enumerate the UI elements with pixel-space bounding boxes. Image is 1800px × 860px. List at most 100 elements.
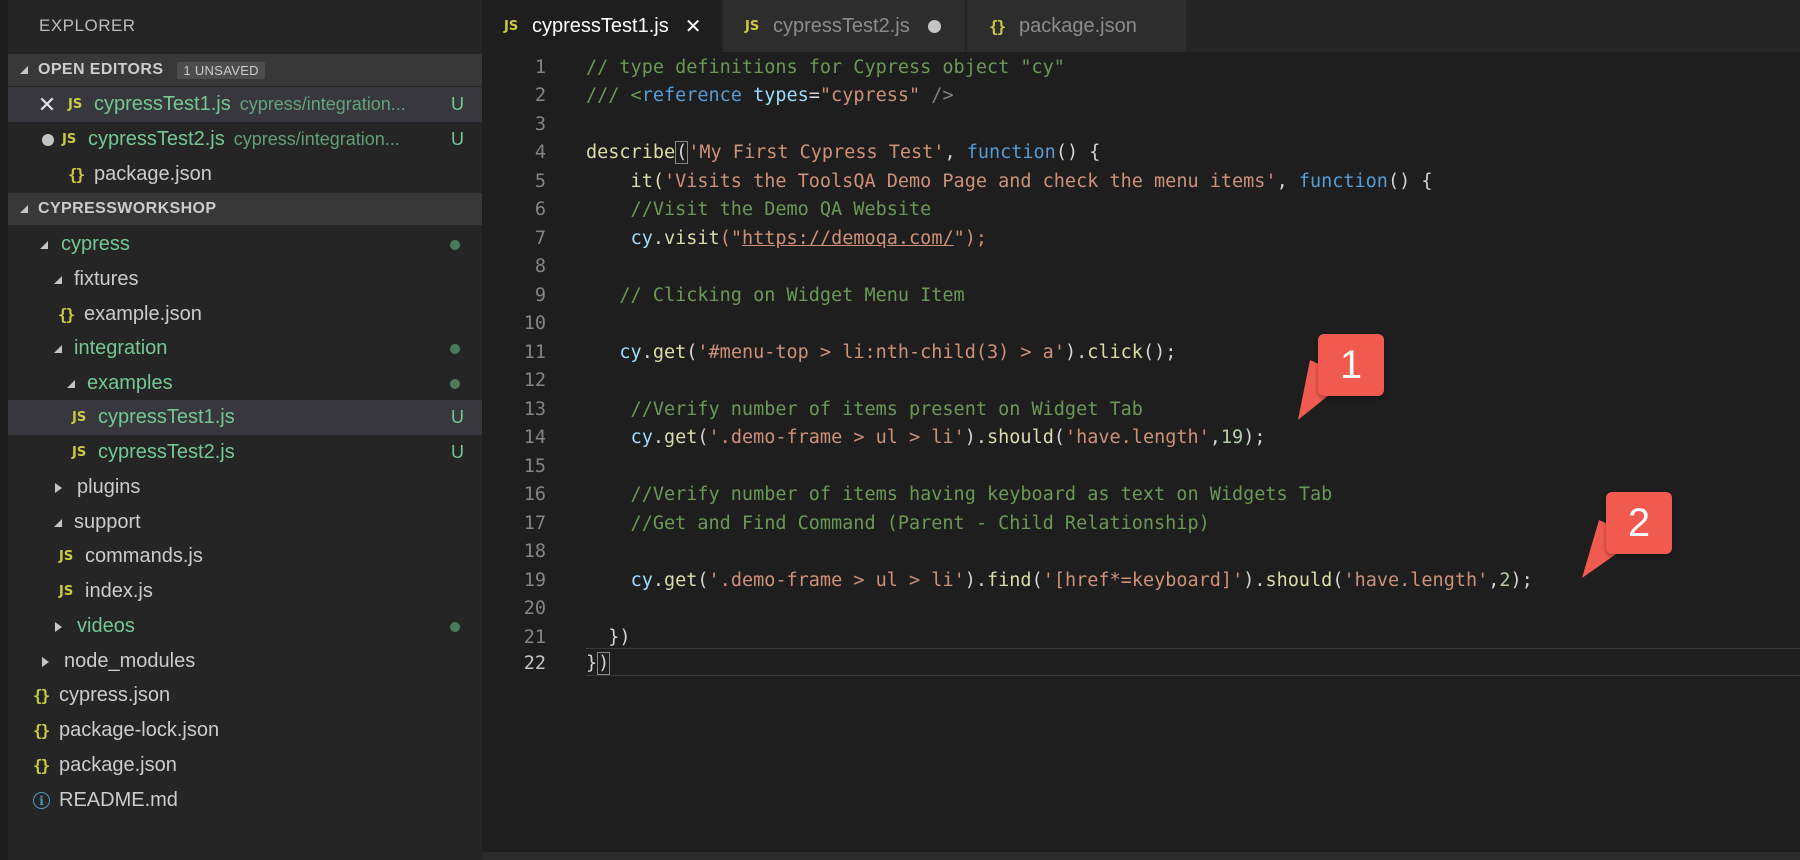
line-number: 10: [523, 313, 546, 334]
code-line-9: // Clicking on Widget Menu Item: [586, 285, 965, 306]
tree-folder-support[interactable]: support: [8, 505, 482, 540]
git-modified-dot: [450, 621, 460, 632]
tree-folder-videos[interactable]: videos: [8, 609, 482, 644]
tree-file-example-json[interactable]: {} example.json: [8, 297, 482, 332]
unsaved-dot-icon[interactable]: [42, 133, 54, 146]
chevron-down-icon: [40, 240, 48, 249]
workspace-label: CYPRESSWORKSHOP: [38, 200, 217, 217]
tree-folder-plugins[interactable]: plugins: [8, 470, 482, 505]
code-line-21: }): [586, 627, 631, 648]
tree-folder-cypress[interactable]: cypress: [8, 227, 482, 262]
chevron-down-icon: [20, 205, 28, 213]
git-status-badge: U: [451, 442, 464, 462]
code-line-17: //Get and Find Command (Parent - Child R…: [586, 513, 1210, 534]
js-file-icon: JS: [62, 132, 77, 147]
line-number: 3: [534, 114, 546, 135]
code-line-11: cy.get('#menu-top > li:nth-child(3) > a'…: [619, 342, 1177, 363]
chevron-down-icon: [54, 518, 62, 527]
chevron-down-icon: [67, 379, 75, 388]
code-line-7: cy.visit("https://demoqa.com/");: [630, 228, 988, 249]
json-file-icon: {}: [68, 165, 85, 184]
line-number: 13: [523, 399, 546, 420]
tree-item-label: example.json: [84, 303, 202, 325]
chevron-down-icon: [54, 344, 62, 353]
callout-1: 1: [1318, 334, 1384, 396]
js-file-icon: JS: [745, 18, 760, 34]
json-file-icon: {}: [33, 686, 50, 705]
line-number: 15: [523, 456, 546, 477]
tab-label: cypressTest1.js: [532, 14, 669, 37]
close-icon[interactable]: ✕: [34, 92, 60, 118]
code-line-4: describe('My First Cypress Test', functi…: [586, 141, 1101, 164]
json-file-icon: {}: [989, 16, 1006, 36]
code-line-14: cy.get('.demo-frame > ul > li').should('…: [630, 427, 1266, 448]
tree-file-index-js[interactable]: JS index.js: [8, 574, 482, 609]
code-line-6: //Visit the Demo QA Website: [586, 199, 932, 220]
open-editor-path: cypress/integration...: [233, 129, 400, 149]
close-icon[interactable]: ✕: [685, 14, 702, 39]
tree-item-label: support: [74, 511, 141, 533]
tree-folder-examples[interactable]: examples: [8, 366, 482, 401]
line-number: 5: [534, 171, 546, 192]
info-icon: i: [33, 792, 50, 809]
open-editor-item-cypresstest2[interactable]: JS cypressTest2.js cypress/integration..…: [8, 122, 482, 157]
tree-file-cypresstest1[interactable]: JS cypressTest1.js U: [8, 400, 482, 435]
tree-folder-fixtures[interactable]: fixtures: [8, 262, 482, 297]
tree-file-package-lock-json[interactable]: {} package-lock.json: [8, 713, 482, 748]
js-file-icon: JS: [72, 410, 87, 425]
workspace-header[interactable]: CYPRESSWORKSHOP: [8, 193, 482, 225]
tab-package-json[interactable]: {} package.json: [967, 0, 1187, 52]
line-number: 9: [534, 285, 546, 306]
line-number: 8: [534, 256, 546, 277]
open-editor-filename: cypressTest1.js: [94, 93, 231, 115]
open-editor-path: cypress/integration...: [239, 94, 406, 114]
tree-file-commands-js[interactable]: JS commands.js: [8, 539, 482, 574]
tree-item-label: cypressTest1.js: [98, 406, 235, 428]
tree-item-label: commands.js: [85, 545, 203, 567]
tree-item-label: index.js: [85, 580, 153, 602]
chevron-right-icon: [55, 621, 62, 632]
current-line-highlight: [586, 648, 1800, 676]
activity-bar-edge: [0, 0, 8, 860]
tree-item-label: package-lock.json: [59, 719, 220, 741]
git-modified-dot: [450, 343, 460, 354]
tree-item-label: plugins: [77, 476, 141, 498]
tree-item-label: cypress: [61, 233, 130, 255]
unsaved-dot-icon[interactable]: [927, 19, 941, 33]
line-number: 21: [523, 627, 546, 648]
code-line-2: /// <reference types="cypress" />: [586, 85, 954, 106]
horizontal-scrollbar[interactable]: [482, 852, 1800, 860]
chevron-down-icon: [20, 66, 28, 74]
tree-folder-node-modules[interactable]: node_modules: [8, 644, 482, 679]
open-editors-header[interactable]: OPEN EDITORS 1 UNSAVED: [8, 54, 482, 86]
open-editor-filename: cypressTest2.js: [88, 128, 225, 150]
tab-cypresstest1[interactable]: JS cypressTest1.js ✕: [482, 0, 722, 52]
line-number: 4: [534, 142, 546, 163]
explorer-title: EXPLORER: [39, 16, 136, 35]
open-editor-item-cypresstest1[interactable]: ✕ JS cypressTest1.js cypress/integration…: [8, 87, 482, 122]
chevron-right-icon: [42, 656, 49, 667]
tree-file-cypress-json[interactable]: {} cypress.json: [8, 678, 482, 713]
code-editor[interactable]: 1 2 3 4 5 6 7 8 9 10 11 12 13 14 15 16 1…: [482, 52, 1800, 860]
js-file-icon: JS: [68, 97, 83, 112]
tree-file-package-json[interactable]: {} package.json: [8, 748, 482, 783]
tab-label: package.json: [1019, 14, 1137, 37]
code-line-16: //Verify number of items having keyboard…: [586, 484, 1333, 505]
chevron-down-icon: [54, 275, 62, 284]
tree-file-readme[interactable]: i README.md: [8, 783, 482, 818]
tree-item-label: cypressTest2.js: [98, 441, 235, 463]
tree-folder-integration[interactable]: integration: [8, 331, 482, 366]
tab-cypresstest2[interactable]: JS cypressTest2.js: [723, 0, 966, 52]
code-line-19: cy.get('.demo-frame > ul > li').find('[h…: [630, 570, 1533, 591]
tree-file-cypresstest2[interactable]: JS cypressTest2.js U: [8, 435, 482, 470]
js-file-icon: JS: [59, 584, 74, 599]
chevron-right-icon: [55, 482, 62, 493]
tree-item-label: integration: [74, 337, 168, 359]
js-file-icon: JS: [59, 549, 74, 564]
line-number: 20: [523, 598, 546, 619]
tree-item-label: README.md: [59, 789, 178, 811]
open-editor-item-package-json[interactable]: {} package.json: [8, 157, 482, 192]
line-number: 11: [523, 342, 546, 363]
git-modified-dot: [450, 239, 460, 250]
json-file-icon: {}: [58, 305, 75, 324]
